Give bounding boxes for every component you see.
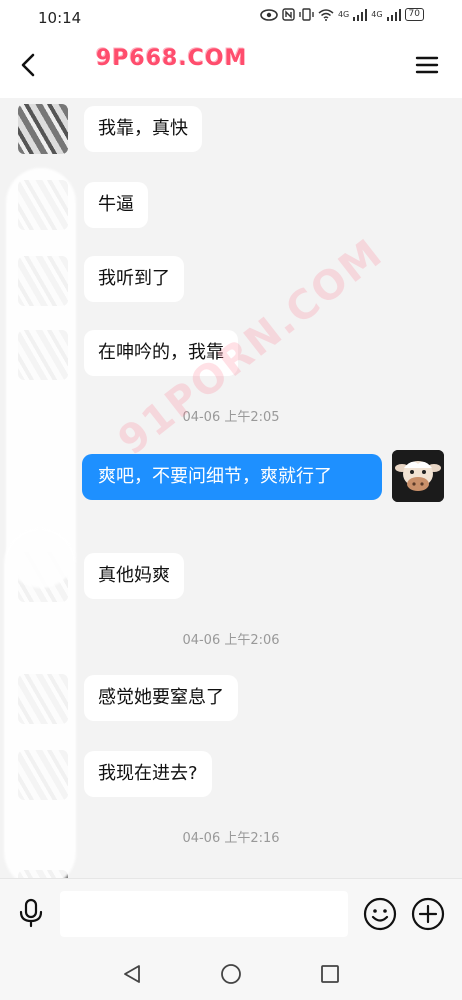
signal-icon: [386, 8, 401, 21]
chat-title: 9P668.COM: [96, 46, 248, 71]
input-bar: [0, 878, 462, 948]
nav-back-icon[interactable]: [120, 962, 144, 986]
message-list[interactable]: 我靠，真快 牛逼 我听到了 在呻吟的，我靠 04-06 上午2:05 爽吧，不要…: [0, 98, 462, 878]
menu-icon[interactable]: [414, 52, 440, 78]
cow-avatar-icon: [392, 450, 444, 502]
back-arrow-icon[interactable]: [14, 50, 44, 80]
message-bubble-incoming[interactable]: 我现在进去?: [84, 751, 212, 797]
message-bubble-incoming[interactable]: 感觉她要窒息了: [84, 675, 238, 721]
redaction-scribble: [6, 168, 76, 588]
nav-recent-apps-icon[interactable]: [318, 962, 342, 986]
message-bubble-incoming[interactable]: 真他妈爽: [84, 553, 184, 599]
status-bar: 10:14 4G 4G 70: [0, 0, 462, 36]
network-label-1: 4G: [337, 10, 350, 19]
system-nav-bar: [0, 948, 462, 1000]
network-label-2: 4G: [371, 10, 383, 19]
nfc-icon: [282, 8, 295, 21]
message-bubble-incoming[interactable]: 我靠，真快: [84, 106, 202, 152]
status-icons: 4G 4G 70: [260, 8, 424, 21]
redaction-scribble: [4, 528, 76, 878]
chat-header: 9P668.COM: [0, 36, 462, 98]
message-bubble-outgoing[interactable]: 爽吧，不要问细节，爽就行了: [82, 454, 382, 500]
microphone-icon[interactable]: [14, 896, 48, 930]
battery-icon: 70: [404, 8, 424, 21]
avatar[interactable]: [18, 104, 68, 154]
avatar[interactable]: [392, 450, 444, 502]
message-bubble-incoming[interactable]: 我听到了: [84, 256, 184, 302]
signal-icon: [353, 8, 368, 21]
message-bubble-incoming[interactable]: 牛逼: [84, 182, 148, 228]
add-icon[interactable]: [410, 896, 446, 932]
status-time: 10:14: [38, 9, 82, 27]
nav-home-icon[interactable]: [219, 962, 243, 986]
wifi-icon: [318, 8, 334, 21]
eye-icon: [260, 8, 278, 21]
message-input[interactable]: [60, 891, 348, 937]
emoji-icon[interactable]: [362, 896, 398, 932]
vibrate-icon: [299, 8, 314, 21]
